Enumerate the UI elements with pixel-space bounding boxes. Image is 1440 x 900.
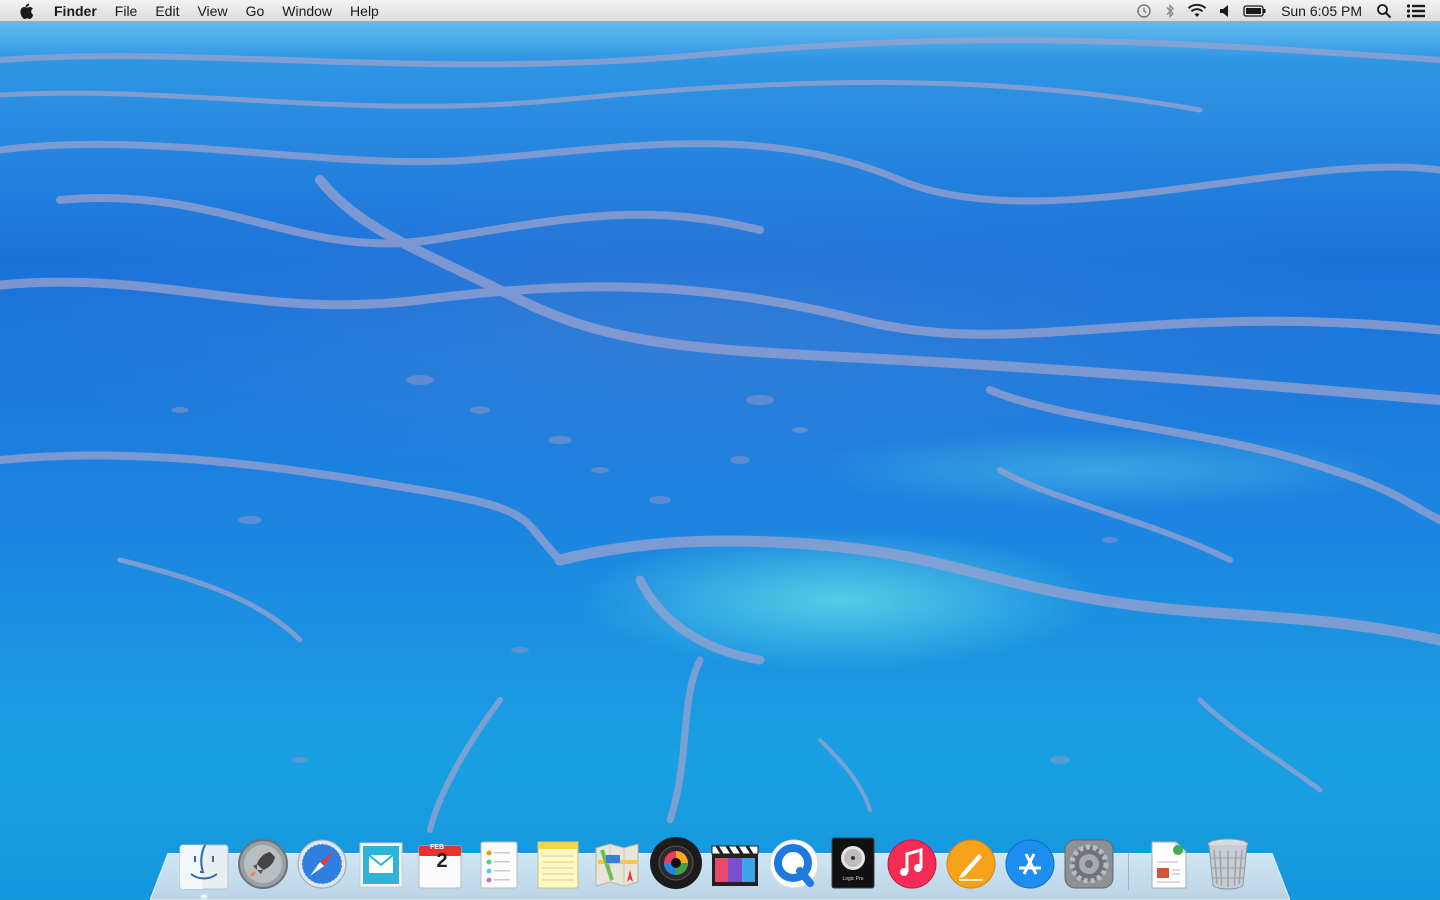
dock-notes[interactable] [530,832,586,890]
desktop-wallpaper [0,0,1440,900]
dock-itunes[interactable] [884,832,940,890]
safari-icon [297,839,347,889]
pages-icon [946,839,996,889]
volume-icon[interactable] [1219,0,1231,22]
wifi-icon[interactable] [1187,0,1207,22]
running-indicator [201,895,207,898]
battery-icon[interactable] [1243,0,1267,22]
menu-edit[interactable]: Edit [146,0,188,22]
menu-window[interactable]: Window [273,0,341,22]
reef-pattern [0,37,1440,833]
reminders-icon [480,841,518,889]
mail-icon [359,842,403,888]
photo-booth-icon [650,837,702,889]
dock-logic-pro[interactable]: Logic Pro [825,832,881,890]
calendar-day: 2 [436,850,448,872]
dock-document[interactable] [1141,832,1197,890]
dock-app-store[interactable] [1002,832,1058,890]
dock-photo-booth[interactable] [648,832,704,890]
maps-icon [595,843,639,887]
dock-maps[interactable] [589,832,645,890]
bluetooth-icon[interactable] [1165,0,1175,22]
quicktime-icon [769,839,819,889]
itunes-icon [887,839,937,889]
dock-system-preferences[interactable] [1061,832,1117,890]
dock-finder[interactable] [176,832,232,898]
menu-go[interactable]: Go [237,0,274,22]
menu-bar: Finder File Edit View Go Window Help Sun… [0,0,1440,22]
time-machine-icon[interactable] [1135,0,1153,22]
document-icon [1151,841,1187,889]
dock-quicktime[interactable] [766,832,822,890]
dock-safari[interactable] [294,832,350,890]
app-store-icon [1005,839,1055,889]
dock-reminders[interactable] [471,832,527,890]
menu-help[interactable]: Help [341,0,388,22]
dock-trash[interactable] [1200,832,1256,890]
dock-final-cut[interactable] [707,832,763,890]
dock-separator [1120,832,1138,890]
dock-pages[interactable] [943,832,999,890]
dock-mail[interactable] [353,832,409,890]
apple-menu-icon[interactable] [18,2,36,20]
menu-view[interactable]: View [188,0,236,22]
menu-clock[interactable]: Sun 6:05 PM [1281,0,1362,22]
dock-calendar[interactable]: FEB 2 [412,832,468,890]
dock: FEB 2 Logic Pro [176,826,1259,898]
logic-pro-label: Logic Pro [842,876,864,882]
menu-app-finder[interactable]: Finder [54,0,106,22]
final-cut-icon [711,845,759,886]
dock-launchpad[interactable] [235,832,291,890]
notification-center-icon[interactable] [1406,0,1426,22]
finder-icon [179,844,229,890]
menu-file[interactable]: File [106,0,147,22]
trash-icon [1207,838,1249,890]
spotlight-icon[interactable] [1376,0,1392,22]
system-preferences-icon [1064,839,1114,889]
notes-icon [537,841,579,889]
launchpad-icon [238,839,288,889]
